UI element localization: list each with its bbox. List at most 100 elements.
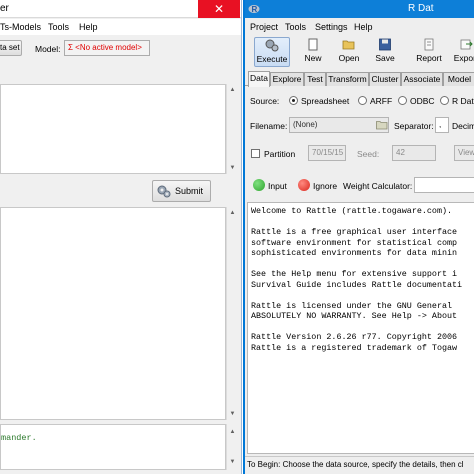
floppy-disk-icon (379, 38, 391, 51)
scroll-down-icon[interactable]: ▼ (227, 408, 238, 420)
export-icon (460, 39, 473, 50)
export-button[interactable]: Export (448, 37, 474, 67)
execute-label: Execute (256, 54, 288, 64)
rattle-title: R Dat (408, 3, 434, 14)
folder-icon[interactable] (376, 120, 388, 130)
gears-icon (157, 185, 171, 198)
radio-odbc[interactable] (398, 96, 407, 105)
ignore-label[interactable]: Ignore (313, 181, 337, 191)
partition-label: Partition (264, 149, 296, 159)
script-scrollbar[interactable]: ▲ ▼ (226, 84, 238, 174)
active-model-button[interactable]: Σ <No active model> (64, 40, 150, 56)
spreadsheet-label[interactable]: Spreadsheet (301, 96, 349, 106)
svg-text:R: R (252, 5, 258, 14)
filename-chooser[interactable]: (None) (289, 117, 389, 133)
text-line: software environment for statistical com… (251, 237, 458, 248)
text-line: Welcome to Rattle (rattle.togaware.com). (251, 206, 453, 216)
tab-data[interactable]: Data (248, 71, 270, 87)
filename-label: Filename: (250, 121, 288, 131)
menu-help[interactable]: Help (79, 22, 98, 32)
text-line: Rattle is a registered trademark of Toga… (251, 342, 458, 353)
odbc-label[interactable]: ODBC (410, 96, 435, 106)
script-window[interactable] (0, 84, 226, 174)
open-button[interactable]: Open (331, 37, 367, 67)
status-bar: To Begin: Choose the data source, specif… (245, 456, 474, 474)
save-button[interactable]: Save (367, 37, 403, 67)
rcmdr-menubar: Ts-Models Tools Help (0, 19, 241, 35)
gears-icon (265, 39, 279, 52)
seed-input[interactable]: 42 (392, 145, 436, 161)
rattle-tabs: Data Explore Test Transform Cluster Asso… (245, 71, 474, 87)
output-window[interactable] (0, 207, 226, 420)
text-line: Survival Guide includes Rattle documenta… (251, 279, 463, 290)
decimal-label: Decim (452, 121, 474, 131)
text-line: ABSOLUTELY NO WARRANTY. See Help -> Abou… (251, 311, 458, 321)
menu-settings[interactable]: Settings (315, 22, 348, 32)
scroll-down-icon[interactable]: ▼ (227, 162, 238, 174)
arff-label[interactable]: ARFF (370, 96, 392, 106)
scroll-down-icon[interactable]: ▼ (227, 456, 238, 468)
rattle-menubar: Project Tools Settings Help (245, 19, 474, 35)
partition-input[interactable]: 70/15/15 (308, 145, 346, 161)
menu-help[interactable]: Help (354, 22, 373, 32)
new-file-icon (308, 38, 318, 51)
status-text: To Begin: Choose the data source, specif… (247, 460, 464, 469)
text-line: Rattle Version 2.6.26 r77. Copyright 200… (251, 332, 458, 342)
input-radio-icon[interactable] (253, 179, 265, 191)
menu-ts-models[interactable]: Ts-Models (0, 22, 41, 32)
scroll-up-icon[interactable]: ▲ (227, 84, 238, 96)
view-button[interactable]: View (454, 145, 474, 161)
source-label: Source: (250, 96, 280, 106)
menu-tools[interactable]: Tools (285, 22, 306, 32)
radio-spreadsheet[interactable] (289, 96, 298, 105)
radio-arff[interactable] (358, 96, 367, 105)
rcmdr-window: er ✕ Ts-Models Tools Help ta set Model: … (0, 0, 242, 474)
report-icon (424, 38, 434, 51)
text-line: See the Help menu for extensive support … (251, 269, 458, 279)
rattle-text-view[interactable]: Welcome to Rattle (rattle.togaware.com).… (247, 202, 474, 454)
partition-checkbox[interactable] (251, 149, 260, 158)
scroll-up-icon[interactable]: ▲ (227, 207, 238, 219)
save-label: Save (375, 53, 395, 63)
radio-r-dataset[interactable] (440, 96, 449, 105)
submit-button[interactable]: Submit (152, 180, 211, 202)
rcmdr-titlebar: er ✕ (0, 0, 241, 18)
tab-transform[interactable]: Transform (326, 72, 369, 86)
messages-scrollbar[interactable]: ▲ ▼ (226, 424, 238, 470)
data-set-button[interactable]: ta set (0, 40, 22, 56)
messages-text: mander. (1, 433, 37, 443)
tab-explore[interactable]: Explore (270, 72, 304, 86)
seed-label: Seed: (357, 149, 380, 159)
r-app-icon: R (248, 5, 260, 14)
menu-tools[interactable]: Tools (48, 22, 69, 32)
execute-button[interactable]: Execute (254, 37, 290, 67)
rattle-window: R R Dat Project Tools Settings Help Exec… (243, 0, 474, 474)
tab-associate[interactable]: Associate (401, 72, 443, 86)
report-button[interactable]: Report (411, 37, 447, 67)
text-line: Rattle is licensed under the GNU General (251, 300, 453, 311)
scroll-up-icon[interactable]: ▲ (227, 426, 238, 438)
model-label: Model: (35, 44, 61, 54)
text-line: sophisticated environments for data mini… (251, 248, 458, 258)
weight-calculator-input[interactable] (414, 177, 474, 193)
rcmdr-title: er (0, 3, 9, 14)
separator-input[interactable]: , (435, 117, 449, 133)
rattle-titlebar: R R Dat (245, 0, 474, 18)
folder-open-icon (342, 40, 355, 50)
tab-cluster[interactable]: Cluster (369, 72, 401, 86)
r-dataset-label[interactable]: R Dat (452, 96, 474, 106)
submit-label: Submit (175, 186, 204, 196)
messages-window: mander. (0, 424, 226, 470)
close-button[interactable]: ✕ (198, 0, 240, 18)
new-button[interactable]: New (295, 37, 331, 67)
menu-project[interactable]: Project (250, 22, 278, 32)
separator-label: Separator: (394, 121, 434, 131)
tab-test[interactable]: Test (304, 72, 326, 86)
text-line: Rattle is a free graphical user interfac… (251, 227, 458, 237)
weight-calculator-label: Weight Calculator: (343, 181, 413, 191)
output-scrollbar[interactable]: ▲ ▼ (226, 207, 238, 420)
input-label[interactable]: Input (268, 181, 287, 191)
ignore-radio-icon[interactable] (298, 179, 310, 191)
new-label: New (304, 53, 322, 63)
tab-model[interactable]: Model (443, 72, 474, 86)
